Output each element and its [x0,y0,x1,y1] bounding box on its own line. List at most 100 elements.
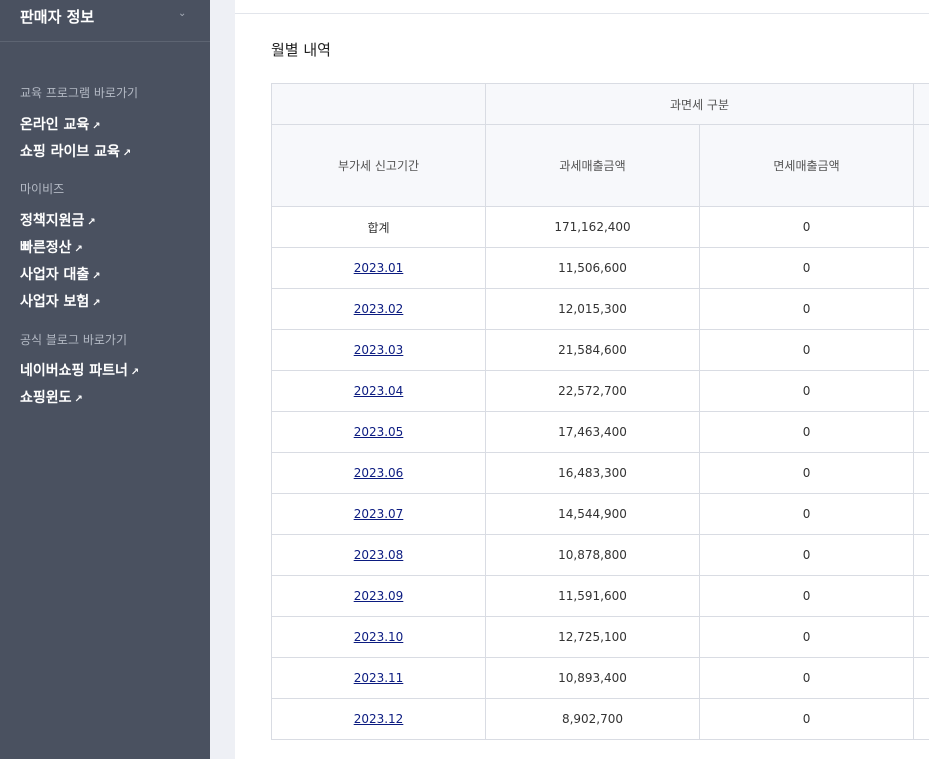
exempt-cell: 0 [698,534,915,576]
sidebar-link-online-education[interactable]: 온라인 교육 ↗ [20,114,101,134]
period-cell: 2023.10 [271,616,486,658]
table-cell-extra [913,493,929,535]
period-link[interactable]: 2023.01 [354,261,404,275]
table-cell-extra [913,329,929,371]
exempt-cell: 0 [698,452,915,494]
table-cell-extra [913,698,929,740]
exempt-cell: 0 [698,657,915,699]
taxable-cell: 11,591,600 [485,575,700,617]
taxable-cell: 14,544,900 [485,493,700,535]
period-cell: 2023.09 [271,575,486,617]
period-link[interactable]: 2023.06 [354,466,404,480]
monthly-table: 과면세 구분 부가세 신고기간 과세매출금액 면세매출금액 합계 171,162… [271,83,929,740]
external-link-icon: ↗ [122,148,132,159]
external-link-icon: ↗ [87,217,96,228]
total-exempt: 0 [698,206,915,248]
table-cell-extra [913,411,929,453]
sidebar-link-quick-settlement[interactable]: 빠른정산 ↗ [20,237,83,257]
exempt-cell: 0 [698,493,915,535]
sidebar-header-seller-info[interactable]: 판매자 정보 ⌄ [0,0,210,42]
section-title-monthly: 월별 내역 [271,41,331,59]
header-extra [913,124,929,207]
period-cell: 2023.12 [271,698,486,740]
sidebar-link-business-insurance[interactable]: 사업자 보험 ↗ [20,291,101,311]
chevron-down-icon: ⌄ [178,8,187,19]
period-link[interactable]: 2023.03 [354,343,404,357]
content-gutter [210,0,235,759]
period-cell: 2023.03 [271,329,486,371]
taxable-cell: 21,584,600 [485,329,700,371]
table-row: 2023.02 12,015,300 0 [271,288,929,330]
header-exempt-sales: 면세매출금액 [698,124,915,207]
external-link-icon: ↗ [74,394,83,405]
external-link-icon: ↗ [74,244,83,255]
table-cell-extra [913,206,929,248]
period-link[interactable]: 2023.04 [354,384,404,398]
table-cell-extra [913,657,929,699]
sidebar-link-policy-fund[interactable]: 정책지원금 ↗ [20,210,96,230]
total-taxable: 171,162,400 [485,206,700,248]
table-cell-extra [913,247,929,289]
external-link-icon: ↗ [92,298,101,309]
sidebar-link-label: 정책지원금 [20,213,85,229]
table-cell-extra [913,288,929,330]
sidebar-link-label: 빠른정산 [20,240,72,256]
period-link[interactable]: 2023.09 [354,589,404,603]
period-cell: 2023.11 [271,657,486,699]
table-row: 2023.11 10,893,400 0 [271,657,929,699]
period-link[interactable]: 2023.11 [354,671,404,685]
sidebar-section-title-education: 교육 프로그램 바로가기 [20,86,139,100]
exempt-cell: 0 [698,616,915,658]
table-cell-extra [913,616,929,658]
table-cell-extra [913,534,929,576]
header-period: 부가세 신고기간 [271,124,486,207]
period-cell: 2023.02 [271,288,486,330]
header-blank [271,83,486,125]
taxable-cell: 11,506,600 [485,247,700,289]
table-row: 2023.07 14,544,900 0 [271,493,929,535]
sidebar-link-label: 사업자 대출 [20,267,90,283]
period-link[interactable]: 2023.08 [354,548,404,562]
period-link[interactable]: 2023.07 [354,507,404,521]
sidebar-link-shopping-live-education[interactable]: 쇼핑 라이브 교육 ↗ [20,141,131,161]
table-row: 2023.01 11,506,600 0 [271,247,929,289]
sidebar-section-title-blog: 공식 블로그 바로가기 [20,333,127,347]
period-link[interactable]: 2023.02 [354,302,404,316]
table-cell-extra [913,575,929,617]
exempt-cell: 0 [698,575,915,617]
table-row: 2023.09 11,591,600 0 [271,575,929,617]
taxable-cell: 12,015,300 [485,288,700,330]
header-tax-category: 과면세 구분 [484,83,915,125]
sidebar-section-title-mybiz: 마이비즈 [20,182,65,196]
taxable-cell: 10,893,400 [485,657,700,699]
table-row: 2023.06 16,483,300 0 [271,452,929,494]
table-row: 2023.03 21,584,600 0 [271,329,929,371]
exempt-cell: 0 [698,698,915,740]
divider [235,13,929,14]
external-link-icon: ↗ [130,367,140,378]
exempt-cell: 0 [698,370,915,412]
taxable-cell: 16,483,300 [485,452,700,494]
table-row: 2023.04 22,572,700 0 [271,370,929,412]
sidebar-link-shopping-window[interactable]: 쇼핑윈도 ↗ [20,387,83,407]
sidebar-link-business-loan[interactable]: 사업자 대출 ↗ [20,264,101,284]
sidebar-link-shopping-partner[interactable]: 네이버쇼핑 파트너 ↗ [20,360,139,380]
sidebar-link-label: 사업자 보험 [20,294,90,310]
table-row: 2023.12 8,902,700 0 [271,698,929,740]
exempt-cell: 0 [698,288,915,330]
sidebar-link-label: 온라인 교육 [20,117,90,133]
sidebar-header-title: 판매자 정보 [20,8,95,26]
table-row: 2023.10 12,725,100 0 [271,616,929,658]
period-link[interactable]: 2023.05 [354,425,404,439]
period-cell: 2023.01 [271,247,486,289]
period-link[interactable]: 2023.10 [354,630,404,644]
table-cell-extra [913,452,929,494]
table-row: 2023.08 10,878,800 0 [271,534,929,576]
exempt-cell: 0 [698,247,915,289]
taxable-cell: 10,878,800 [485,534,700,576]
exempt-cell: 0 [698,411,915,453]
header-taxable-sales: 과세매출금액 [485,124,700,207]
sidebar-link-label: 쇼핑윈도 [20,390,72,406]
sidebar-link-label: 네이버쇼핑 파트너 [20,363,128,379]
period-link[interactable]: 2023.12 [354,712,404,726]
